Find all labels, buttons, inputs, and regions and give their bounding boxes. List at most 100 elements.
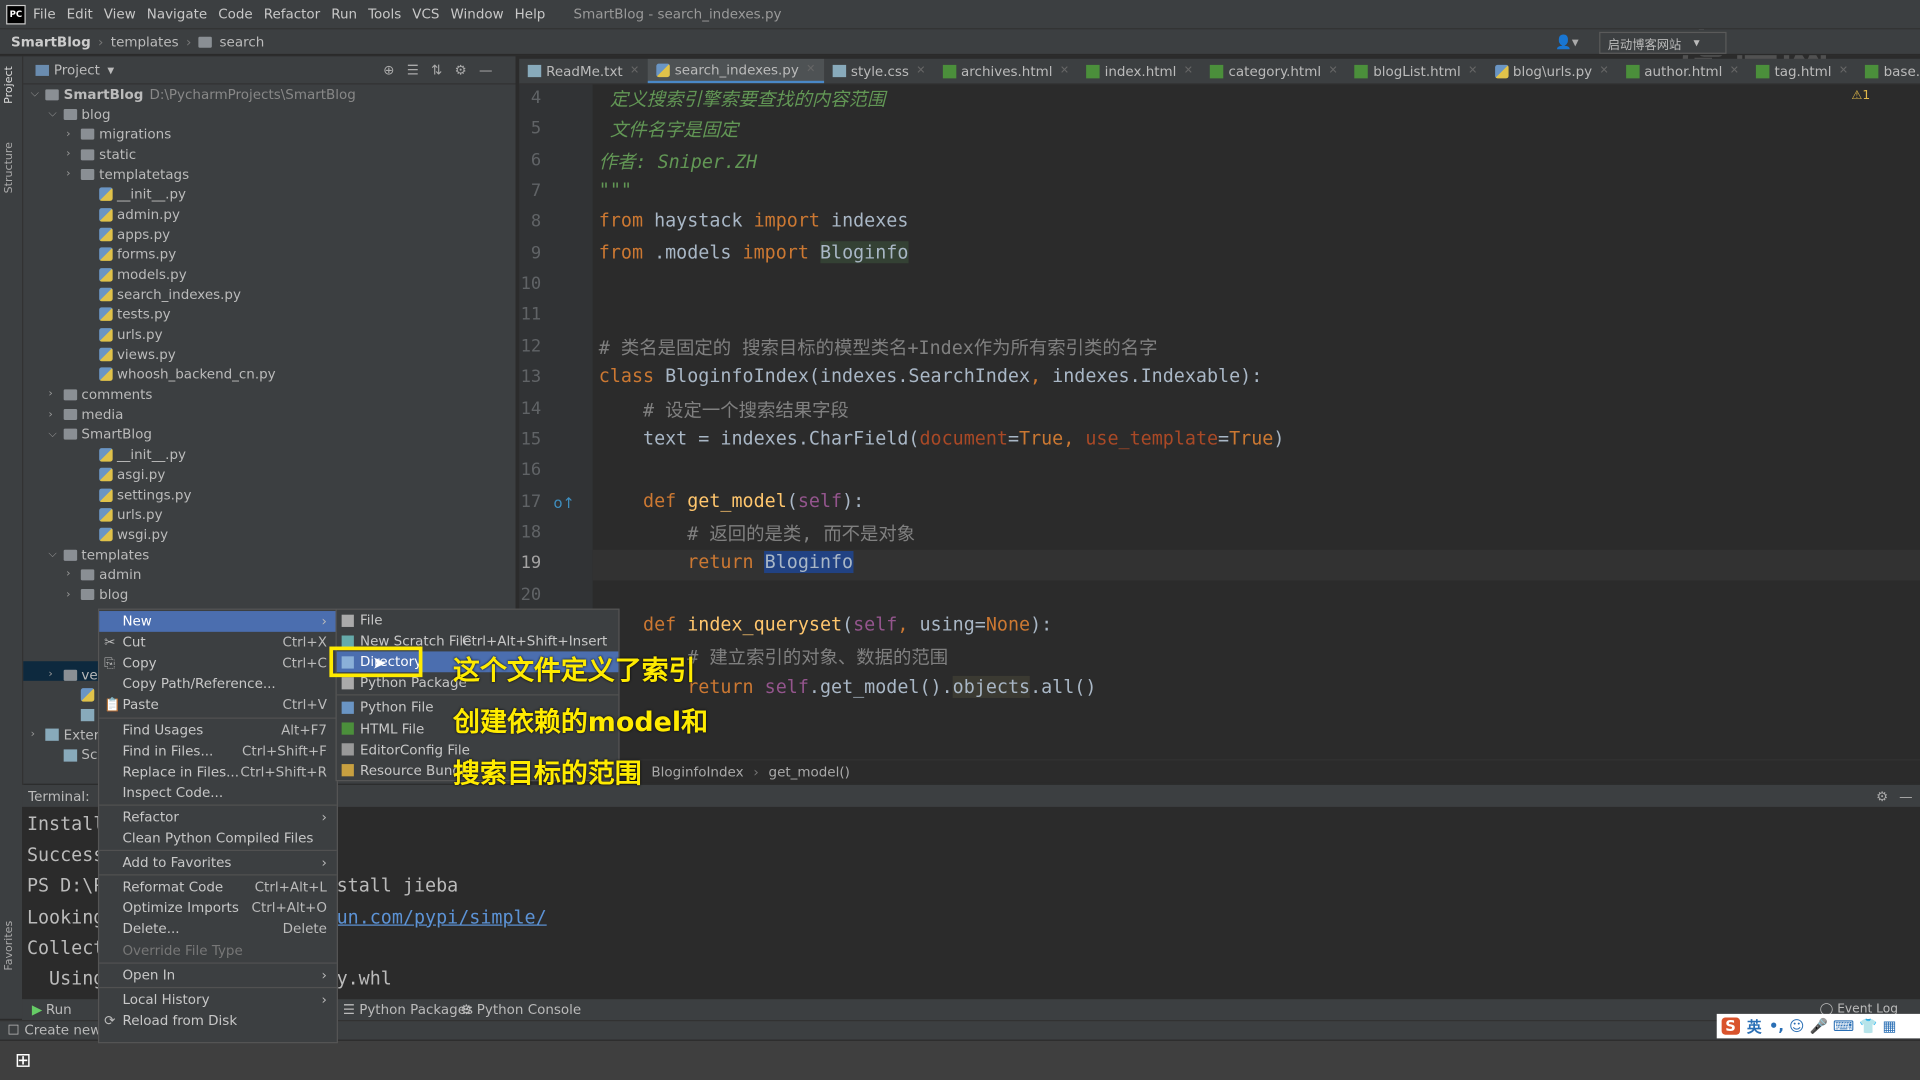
minimize-icon[interactable]: — [1899, 788, 1912, 804]
menu-item-delete[interactable]: Delete... Delete [99, 919, 337, 940]
tree-item[interactable]: apps.py [84, 225, 170, 245]
tab-blog-urls-py[interactable]: blog\urls.py ✕ [1486, 59, 1617, 83]
favorites-tool-tab[interactable]: Favorites [4, 921, 16, 971]
run-tool-tab[interactable]: Run [46, 1002, 72, 1018]
tree-item[interactable]: › comments [48, 385, 152, 405]
breadcrumb-templates[interactable]: templates [111, 34, 179, 50]
menu-item-inspect-code[interactable]: Inspect Code... [99, 782, 337, 803]
close-tab-icon[interactable]: ✕ [630, 65, 639, 77]
tree-item[interactable]: › media [48, 405, 123, 425]
tree-item[interactable]: __init__.py [84, 185, 186, 205]
tab-index-html[interactable]: index.html ✕ [1078, 59, 1202, 83]
close-tab-icon[interactable]: ✕ [1184, 65, 1193, 77]
code-line[interactable]: # 返回的是类, 而不是对象 [599, 520, 915, 546]
close-tab-icon[interactable]: ✕ [1839, 65, 1848, 77]
project-tool-tab[interactable]: Project [4, 66, 16, 104]
menu-item-optimize-imports[interactable]: Optimize Imports Ctrl+Alt+O [99, 898, 337, 919]
menu-item-cut[interactable]: ✂ Cut Ctrl+X [99, 632, 337, 653]
project-view-select[interactable]: Project [54, 62, 100, 78]
tree-item[interactable]: wsgi.py [84, 525, 168, 545]
code-line[interactable]: def get_model(self): [599, 489, 864, 511]
tree-item[interactable]: search_indexes.py [84, 285, 241, 305]
menu-view[interactable]: View [104, 6, 136, 22]
breadcrumb-project[interactable]: SmartBlog [11, 34, 91, 50]
tree-item[interactable]: urls.py [84, 505, 163, 525]
menu-item-paste[interactable]: 📋 Paste Ctrl+V [99, 695, 337, 716]
windows-start-icon[interactable]: ⊞ [15, 1048, 31, 1071]
code-line[interactable]: """ [599, 179, 632, 201]
tab-category-html[interactable]: category.html ✕ [1202, 59, 1347, 83]
run-config-select[interactable]: 启动博客网站 ▾ [1599, 31, 1727, 54]
tree-item[interactable]: __init__.py [84, 445, 186, 465]
ime-tool-icons[interactable]: •, ☺ 🎤 ⌨ 👕 ▦ [1769, 1018, 1897, 1035]
tree-item[interactable]: ⌵ SmartBlog D:\PycharmProjects\SmartBlog [31, 84, 356, 104]
menu-navigate[interactable]: Navigate [147, 6, 207, 22]
tree-item[interactable]: ⌵ SmartBlog [48, 425, 152, 445]
tree-item[interactable]: asgi.py [84, 465, 165, 485]
override-method-icon[interactable]: o↑ [553, 495, 574, 512]
menu-vcs[interactable]: VCS [412, 6, 439, 22]
menu-item-copy-path-reference[interactable]: Copy Path/Reference... [99, 674, 337, 695]
menu-item-clean-python-compiled-files[interactable]: Clean Python Compiled Files [99, 828, 337, 849]
code-line[interactable]: 定义搜索引擎索要查找的内容范围 [599, 86, 886, 112]
close-tab-icon[interactable]: ✕ [1468, 65, 1477, 77]
code-line[interactable]: # 设定一个搜索结果字段 [599, 396, 849, 422]
menu-run[interactable]: Run [331, 6, 357, 22]
close-tab-icon[interactable]: ✕ [1328, 65, 1337, 77]
menu-window[interactable]: Window [451, 6, 504, 22]
tab-archives-html[interactable]: archives.html ✕ [934, 59, 1078, 83]
tree-item[interactable]: settings.py [84, 485, 191, 505]
tab-bloglist-html[interactable]: blogList.html ✕ [1346, 59, 1486, 83]
menu-item-reload-from-disk[interactable]: ⟳ Reload from Disk [99, 1010, 337, 1031]
tree-item[interactable]: models.py [84, 265, 187, 285]
tree-item[interactable]: forms.py [84, 245, 176, 265]
close-tab-icon[interactable]: ✕ [1060, 65, 1069, 77]
tree-item[interactable]: admin.py [84, 205, 180, 225]
gear-icon[interactable]: ⚙ [1876, 788, 1888, 804]
breadcrumb-search[interactable]: search [220, 34, 265, 50]
tree-item[interactable]: › static [66, 145, 136, 165]
tree-item[interactable]: › admin [66, 565, 141, 585]
panel-toolbar-icons[interactable]: ⊕☰⇅⚙— [383, 62, 504, 78]
tree-item[interactable]: › Extern [31, 725, 108, 745]
code-line[interactable]: # 类名是固定的 搜索目标的模型类名+Index作为所有索引类的名字 [599, 334, 1158, 360]
close-tab-icon[interactable]: ✕ [1730, 65, 1739, 77]
ime-toolbar[interactable]: S 英 •, ☺ 🎤 ⌨ 👕 ▦ [1716, 1013, 1920, 1039]
code-line[interactable]: from .models import Bloginfo [599, 240, 909, 263]
menu-item-find-usages[interactable]: Find Usages Alt+F7 [99, 719, 337, 740]
code-line[interactable]: return Bloginfo [599, 551, 854, 574]
menu-item-replace-in-files[interactable]: Replace in Files... Ctrl+Shift+R [99, 761, 337, 782]
tree-item[interactable]: ⌵ blog [48, 105, 110, 125]
code-line[interactable]: 作者: Sniper.ZH [599, 148, 757, 174]
tree-item[interactable]: ⌵ templates [48, 545, 149, 565]
code-line[interactable]: def index_queryset(self, using=None): [599, 613, 1052, 635]
close-tab-icon[interactable]: ✕ [916, 65, 925, 77]
structure-tool-tab[interactable]: Structure [4, 142, 16, 193]
code-line[interactable]: class BloginfoIndex(indexes.SearchIndex,… [599, 365, 1263, 387]
tab-tag-html[interactable]: tag.html ✕ [1748, 59, 1857, 83]
menu-item-new[interactable]: New › [99, 611, 337, 632]
code-line[interactable]: from haystack import indexes [599, 210, 909, 232]
breadcrumb-class[interactable]: BloginfoIndex [651, 763, 743, 779]
code-line[interactable]: 文件名字是固定 [599, 117, 739, 143]
tree-item[interactable]: › blog [66, 585, 128, 605]
ime-language-toggle[interactable]: 英 [1747, 1016, 1762, 1037]
python-console-tool-tab[interactable]: ⚙ Python Console [460, 1002, 581, 1018]
menu-item-add-to-favorites[interactable]: Add to Favorites › [99, 852, 337, 873]
tab-search-indexes-py[interactable]: search_indexes.py ✕ [647, 58, 824, 84]
tab-base-html[interactable]: base.html✕ [1857, 59, 1920, 83]
tab-author-html[interactable]: author.html ✕ [1617, 59, 1747, 83]
menu-edit[interactable]: Edit [67, 6, 93, 22]
menu-item-refactor[interactable]: Refactor › [99, 807, 337, 828]
tree-item[interactable]: › ve [48, 665, 97, 685]
tree-item[interactable]: whoosh_backend_cn.py [84, 365, 276, 385]
close-tab-icon[interactable]: ✕ [1600, 65, 1609, 77]
tree-item[interactable]: › templatetags [66, 165, 189, 185]
submenu-item-file[interactable]: File [337, 610, 619, 631]
warnings-indicator[interactable]: ⚠1 [1851, 89, 1870, 102]
tab-style-css[interactable]: style.css ✕ [824, 59, 934, 83]
menu-item-reformat-code[interactable]: Reformat Code Ctrl+Alt+L [99, 877, 337, 898]
menu-item-open-in[interactable]: Open In › [99, 964, 337, 985]
menu-code[interactable]: Code [218, 6, 252, 22]
code-line[interactable]: text = indexes.CharField(document=True, … [599, 427, 1284, 449]
